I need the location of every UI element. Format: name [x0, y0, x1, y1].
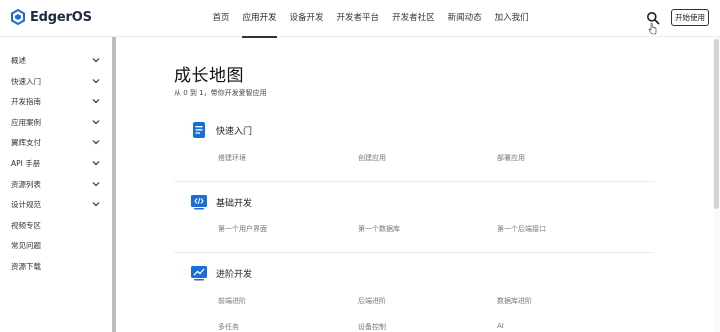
- sidebar-item-quickstart[interactable]: 快速入门: [0, 71, 108, 91]
- link-backend-advanced[interactable]: 后端进阶: [358, 296, 386, 306]
- sidebar-item-overview[interactable]: 概述: [0, 50, 108, 70]
- logo-text: EdgerOS: [30, 9, 92, 25]
- section-header: 基础开发: [190, 193, 252, 211]
- section-title: 快速入门: [216, 126, 253, 137]
- section-divider: [174, 181, 654, 182]
- sidebar-item-downloads[interactable]: 资源下载: [0, 256, 108, 276]
- nav-news[interactable]: 新闻动态: [441, 0, 488, 37]
- sidebar-item-api-manual[interactable]: API 手册: [0, 153, 108, 173]
- link-setup-env[interactable]: 搭建环境: [218, 153, 246, 163]
- document-icon: [193, 122, 205, 138]
- nav-dev-community[interactable]: 开发者社区: [386, 0, 442, 37]
- nav-join-us[interactable]: 加入我们: [488, 0, 535, 37]
- chevron-down-icon: [92, 79, 100, 84]
- sidebar-item-label: 资源列表: [11, 179, 41, 189]
- link-deploy-app[interactable]: 部署应用: [497, 153, 525, 163]
- sidebar-item-label: 翼辉支付: [11, 137, 41, 147]
- sidebar-item-label: API 手册: [11, 158, 41, 168]
- section-divider: [174, 252, 654, 253]
- link-frontend-advanced[interactable]: 前端进阶: [218, 296, 246, 306]
- sidebar-item-label: 资源下载: [11, 261, 41, 271]
- start-button[interactable]: 开始使用: [671, 9, 709, 26]
- section-title: 基础开发: [216, 198, 253, 209]
- chart-icon: [191, 266, 207, 281]
- code-icon: [191, 195, 207, 210]
- chevron-down-icon: [92, 202, 100, 207]
- link-first-ui[interactable]: 第一个用户界面: [218, 224, 267, 234]
- chevron-down-icon: [92, 140, 100, 145]
- link-ai[interactable]: AI: [497, 322, 504, 330]
- chevron-down-icon: [92, 161, 100, 166]
- link-database-advanced[interactable]: 数据库进阶: [497, 296, 532, 306]
- top-header: EdgerOS 首页 应用开发 设备开发 开发者平台 开发者社区 新闻动态 加入…: [0, 0, 720, 38]
- main-content: 成长地图 从 0 到 1，带你开发爱智应用 快速入门 搭建环境 创建应用 部署应…: [116, 37, 713, 332]
- sidebar-item-label: 常见问题: [11, 240, 41, 250]
- sidebar-item-design-spec[interactable]: 设计规范: [0, 194, 108, 214]
- sidebar-item-label: 快速入门: [11, 76, 41, 86]
- logo[interactable]: EdgerOS: [10, 9, 92, 25]
- sidebar-item-resources[interactable]: 资源列表: [0, 174, 108, 194]
- nav-app-dev[interactable]: 应用开发: [236, 0, 283, 38]
- sidebar-item-videos[interactable]: 视频专区: [0, 215, 108, 235]
- edgeros-logo-icon: [11, 9, 25, 25]
- scrollbar-thumb[interactable]: [714, 39, 719, 209]
- sidebar-item-label: 设计规范: [11, 199, 41, 209]
- link-device-control[interactable]: 设备控制: [358, 322, 386, 332]
- chevron-down-icon: [92, 99, 100, 104]
- sidebar-item-label: 开发指南: [11, 96, 41, 106]
- sidebar-item-dev-guide[interactable]: 开发指南: [0, 91, 108, 111]
- sidebar-item-payment[interactable]: 翼辉支付: [0, 132, 108, 152]
- sidebar: 概述 快速入门 开发指南 应用案例 翼辉支付 API 手册 资源列表 设计规范 …: [0, 37, 112, 332]
- hand-cursor-icon: [648, 23, 657, 35]
- chevron-down-icon: [92, 120, 100, 125]
- section-header: 快速入门: [190, 121, 252, 139]
- link-create-app[interactable]: 创建应用: [358, 153, 386, 163]
- nav-device-dev[interactable]: 设备开发: [283, 0, 330, 37]
- main-nav: 首页 应用开发 设备开发 开发者平台 开发者社区 新闻动态 加入我们: [206, 0, 535, 38]
- sidebar-item-label: 视频专区: [11, 220, 41, 230]
- link-multitask[interactable]: 多任务: [218, 322, 239, 332]
- section-header: 进阶开发: [190, 264, 252, 282]
- page-scrollbar[interactable]: [713, 37, 720, 332]
- sidebar-item-app-cases[interactable]: 应用案例: [0, 112, 108, 132]
- sidebar-item-faq[interactable]: 常见问题: [0, 235, 108, 255]
- link-first-database[interactable]: 第一个数据库: [358, 224, 400, 234]
- page-subtitle: 从 0 到 1，带你开发爱智应用: [174, 89, 267, 97]
- sidebar-item-label: 应用案例: [11, 117, 41, 127]
- chevron-down-icon: [92, 182, 100, 187]
- nav-dev-platform[interactable]: 开发者平台: [330, 0, 386, 37]
- page-title: 成长地图: [174, 66, 244, 86]
- chevron-down-icon: [92, 58, 100, 63]
- nav-home[interactable]: 首页: [206, 0, 236, 37]
- link-first-backend-api[interactable]: 第一个后端接口: [497, 224, 546, 234]
- section-title: 进阶开发: [216, 269, 253, 280]
- sidebar-item-label: 概述: [11, 55, 26, 65]
